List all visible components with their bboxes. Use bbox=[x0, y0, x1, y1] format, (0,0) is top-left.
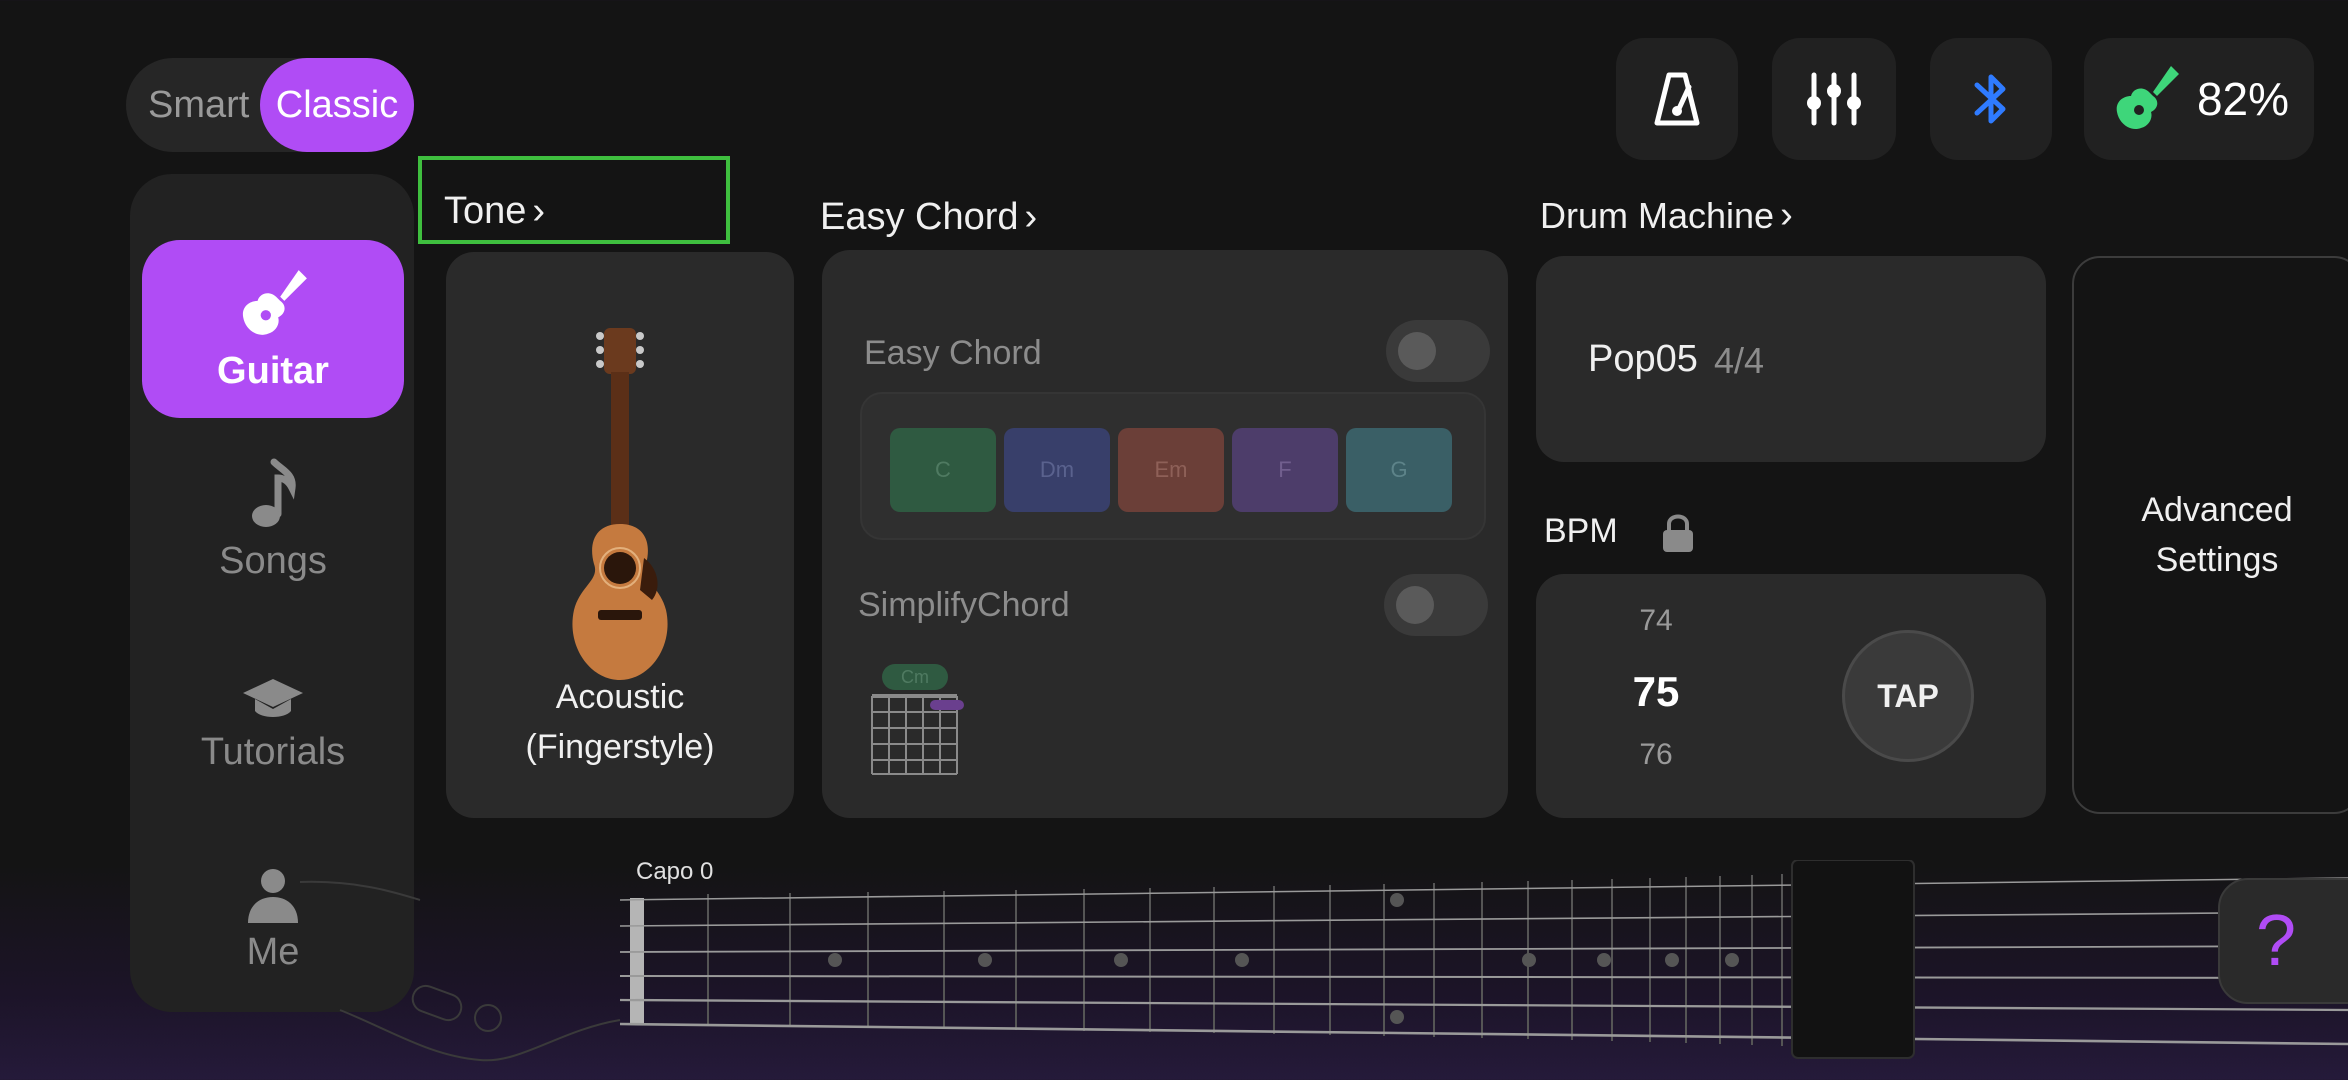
easy-chord-card: Easy Chord C Dm Em F G SimplifyChord Cm bbox=[822, 250, 1508, 818]
mixer-button[interactable] bbox=[1772, 38, 1896, 160]
battery-percent: 82% bbox=[2196, 73, 2290, 125]
sidebar-item-songs[interactable]: Songs bbox=[142, 444, 404, 594]
fretboard[interactable] bbox=[300, 860, 2348, 1080]
person-icon bbox=[248, 868, 298, 923]
easy-chord-title-link[interactable]: Easy Chord › bbox=[820, 196, 1037, 239]
bpm-prev[interactable]: 74 bbox=[1596, 604, 1716, 638]
sidebar-item-label: Songs bbox=[219, 539, 327, 582]
advanced-settings-text: Advanced Settings bbox=[2141, 485, 2292, 585]
bpm-label: BPM bbox=[1544, 512, 1618, 550]
graduation-cap-icon bbox=[243, 678, 303, 717]
metronome-button[interactable] bbox=[1616, 38, 1738, 160]
tone-card[interactable]: Acoustic (Fingerstyle) bbox=[446, 252, 794, 818]
sidebar-item-tutorials[interactable]: Tutorials bbox=[142, 664, 404, 784]
music-note-icon bbox=[252, 458, 296, 527]
instrument-name: Acoustic (Fingerstyle) bbox=[446, 672, 794, 772]
chord-chip-dm[interactable]: Dm bbox=[1004, 428, 1110, 512]
chord-chip-c[interactable]: C bbox=[890, 428, 996, 512]
simplify-chord-toggle[interactable] bbox=[1384, 574, 1488, 636]
mode-toggle[interactable]: Smart Classic bbox=[126, 58, 414, 152]
instrument-name-line2: (Fingerstyle) bbox=[525, 728, 715, 766]
mode-smart-option[interactable]: Smart bbox=[148, 58, 249, 152]
help-icon: ? bbox=[2256, 901, 2297, 981]
simplify-chord-label: SimplifyChord bbox=[858, 586, 1070, 624]
easy-chord-toggle-label: Easy Chord bbox=[864, 334, 1042, 372]
acoustic-guitar-image bbox=[572, 328, 668, 680]
tone-title: Tone bbox=[444, 190, 527, 232]
chord-chip-em[interactable]: Em bbox=[1118, 428, 1224, 512]
guitar-battery-status[interactable]: 82% bbox=[2084, 38, 2314, 160]
easy-chord-title: Easy Chord bbox=[820, 196, 1019, 238]
chord-chip-row: C Dm Em F G bbox=[860, 392, 1486, 540]
sidebar-item-label: Guitar bbox=[217, 349, 329, 392]
chord-diagram bbox=[871, 694, 964, 775]
instrument-name-line1: Acoustic bbox=[555, 678, 685, 716]
guitar-icon bbox=[242, 269, 307, 335]
bluetooth-button[interactable] bbox=[1930, 38, 2052, 160]
bpm-next[interactable]: 76 bbox=[1596, 738, 1716, 772]
lock-icon[interactable] bbox=[1660, 512, 1696, 554]
drum-pattern-card[interactable]: Pop05 4/4 bbox=[1536, 256, 2046, 462]
drum-pattern-name: Pop05 bbox=[1588, 338, 1698, 380]
chord-chips: C Dm Em F G bbox=[890, 428, 1456, 512]
mode-classic-option[interactable]: Classic bbox=[260, 58, 414, 152]
easy-chord-toggle[interactable] bbox=[1386, 320, 1490, 382]
bpm-value[interactable]: 75 bbox=[1596, 668, 1716, 716]
metronome-icon bbox=[1654, 72, 1700, 126]
chord-chip-g[interactable]: G bbox=[1346, 428, 1452, 512]
advanced-settings-button[interactable]: Advanced Settings bbox=[2072, 256, 2348, 814]
drum-machine-title: Drum Machine bbox=[1540, 194, 1775, 236]
advanced-settings-line2: Settings bbox=[2155, 541, 2279, 579]
chord-chip-f[interactable]: F bbox=[1232, 428, 1338, 512]
tap-tempo-button[interactable]: TAP bbox=[1842, 630, 1974, 762]
chevron-right-icon: › bbox=[532, 190, 546, 232]
drum-time-signature: 4/4 bbox=[1714, 340, 1765, 381]
chord-diagram-label: Cm bbox=[882, 664, 948, 690]
sidebar-item-guitar[interactable]: Guitar bbox=[142, 240, 404, 418]
chevron-right-icon: › bbox=[1024, 196, 1038, 238]
drum-machine-title-link[interactable]: Drum Machine › bbox=[1540, 194, 1793, 237]
sidebar-item-label: Tutorials bbox=[200, 730, 346, 773]
sliders-icon bbox=[1807, 72, 1861, 126]
guitar-icon bbox=[2116, 66, 2179, 130]
sidebar-item-label: Me bbox=[246, 930, 300, 973]
chevron-right-icon: › bbox=[1780, 194, 1793, 236]
advanced-settings-line1: Advanced bbox=[2141, 491, 2293, 529]
tone-title-link[interactable]: Tone › bbox=[444, 190, 545, 233]
help-button[interactable]: ? bbox=[2218, 878, 2348, 1004]
bluetooth-icon bbox=[1974, 74, 2006, 124]
